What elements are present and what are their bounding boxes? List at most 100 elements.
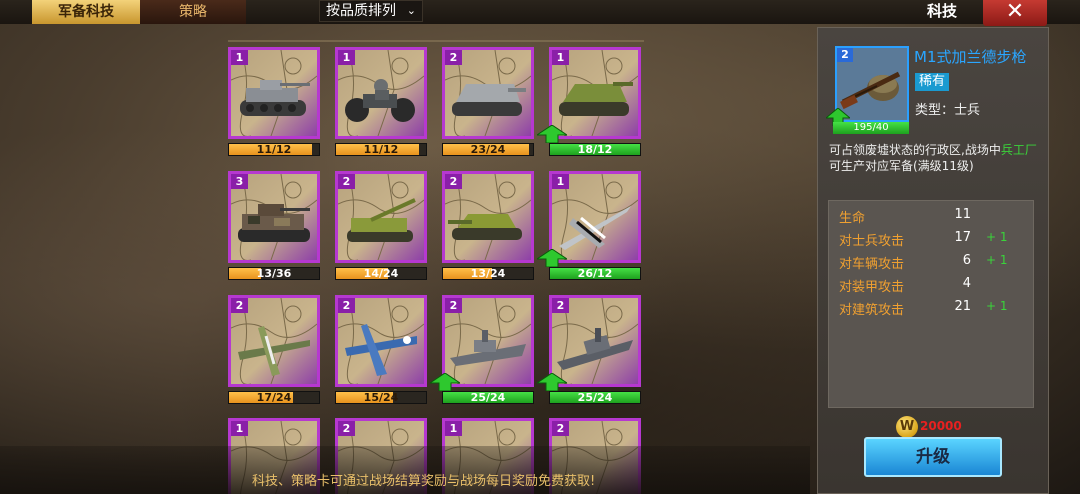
tech-card[interactable]: 2 [442, 171, 534, 263]
progress-text: 15/24 [363, 391, 399, 404]
coin-icon: W [896, 416, 918, 438]
unit-name: M1式加兰德步枪 [914, 48, 1027, 66]
card-progress-bar: 17/24 [228, 391, 320, 404]
progress-text: 25/24 [577, 391, 613, 404]
desc-part-2: 可生产对应军备(满级11级) [829, 159, 974, 173]
plane-spitfire-icon [559, 206, 631, 250]
sort-label: 按品质排列 [326, 3, 396, 19]
card-progress-bar: 25/24 [442, 391, 534, 404]
tab-military-tech[interactable]: 军备科技 [32, 0, 140, 24]
level-badge: 2 [445, 174, 462, 189]
tech-card[interactable]: 2 [228, 295, 320, 387]
page-title: 科技 [926, 2, 957, 20]
progress-text: 25/24 [470, 391, 506, 404]
tech-card[interactable]: 2 [335, 171, 427, 263]
tank-camo-icon [238, 204, 310, 242]
rarity-badge: 稀有 [915, 73, 949, 91]
upgrade-arrow-icon [537, 125, 567, 143]
level-badge: 1 [552, 50, 569, 65]
level-badge: 1 [445, 421, 462, 436]
progress-text: 18/12 [577, 143, 613, 156]
card-progress-bar: 26/12 [549, 267, 641, 280]
level-badge: 2 [445, 298, 462, 313]
portrait-progress: 195/40 [833, 122, 909, 134]
progress-text: 11/12 [363, 143, 399, 156]
level-badge: 1 [338, 50, 355, 65]
desc-highlight: 兵工厂 [1000, 143, 1037, 157]
plane-bomber-icon [238, 326, 310, 376]
progress-text: 17/24 [256, 391, 292, 404]
stat-value: 11 [954, 207, 971, 222]
stat-value: 6 [962, 253, 971, 268]
stat-value: 4 [962, 276, 971, 291]
upgrade-arrow-icon [537, 373, 567, 391]
level-badge: 2 [231, 298, 248, 313]
level-badge: 2 [338, 174, 355, 189]
stat-name: 生命 [839, 211, 866, 226]
tech-card[interactable]: 1 [228, 47, 320, 139]
tank-destroyer-green-icon [559, 82, 633, 116]
upgrade-arrow-icon [430, 373, 460, 391]
stat-name: 对士兵攻击 [839, 234, 905, 249]
level-badge: 1 [552, 174, 569, 189]
card-progress-bar: 23/24 [442, 143, 534, 156]
ship-battleship-icon [557, 328, 633, 370]
stat-name: 对建筑攻击 [839, 303, 905, 318]
stat-increase: + 1 [986, 230, 1008, 244]
tank-destroyer-olive-icon [448, 214, 522, 240]
level-badge: 2 [445, 50, 462, 65]
card-progress-bar: 25/24 [549, 391, 641, 404]
close-icon: ✕ [1005, 0, 1025, 24]
unit-description: 可占领废墟状态的行政区,战场中兵工厂可生产对应军备(满级11级) [829, 142, 1039, 174]
tech-card[interactable]: 3 [228, 171, 320, 263]
stat-row: 对士兵攻击 17 + 1 [839, 230, 1029, 250]
level-badge: 2 [338, 421, 355, 436]
close-button[interactable]: ✕ [983, 0, 1047, 26]
upgrade-button[interactable]: 升级 [864, 437, 1002, 477]
card-progress-bar: 15/24 [335, 391, 427, 404]
tech-card[interactable]: 2 [335, 295, 427, 387]
tab-strategy[interactable]: 策略 [140, 0, 246, 24]
tech-card[interactable]: 2 [442, 47, 534, 139]
progress-text: 11/12 [256, 143, 292, 156]
stat-value: 17 [954, 230, 971, 245]
level-badge: 3 [231, 174, 248, 189]
level-badge: 1 [231, 50, 248, 65]
stat-name: 对装甲攻击 [839, 280, 905, 295]
chevron-down-icon: ⌄ [406, 4, 416, 17]
stat-increase: + 1 [986, 299, 1008, 313]
stat-row: 对装甲攻击 4 [839, 276, 1029, 296]
stat-row: 生命 11 [839, 207, 1029, 227]
portrait-level-badge: 2 [837, 48, 853, 62]
card-progress-bar: 13/24 [442, 267, 534, 280]
sort-dropdown[interactable]: 按品质排列 ⌄ [319, 0, 423, 22]
progress-text: 26/12 [577, 267, 613, 280]
level-badge: 2 [338, 298, 355, 313]
stats-box: 生命 11 对士兵攻击 17 + 1 对车辆攻击 6 + 1 对装甲攻击 4 对建筑攻击 21 + 1 [828, 200, 1034, 408]
card-progress-bar: 14/24 [335, 267, 427, 280]
cost-value: 20000 [920, 419, 962, 433]
upgrade-cost: W 20000 [896, 416, 976, 438]
progress-text: 13/24 [470, 267, 506, 280]
unit-type: 类型：士兵 [915, 103, 981, 118]
progress-text: 14/24 [363, 267, 399, 280]
card-progress-bar: 18/12 [549, 143, 641, 156]
divider [228, 40, 644, 42]
artillery-icon [347, 198, 416, 242]
card-progress-bar: 11/12 [228, 143, 320, 156]
stat-row: 对车辆攻击 6 + 1 [839, 253, 1029, 273]
tank-grey-icon [240, 80, 310, 116]
card-progress-bar: 11/12 [335, 143, 427, 156]
tech-card[interactable]: 1 [335, 47, 427, 139]
footer-hint: 科技、策略卡可通过战场结算奖励与战场每日奖励免费获取! [252, 474, 596, 489]
progress-text: 13/36 [256, 267, 292, 280]
motorcycle-icon [345, 79, 415, 122]
plane-corsair-icon [345, 324, 417, 376]
level-badge: 2 [552, 421, 569, 436]
level-badge: 1 [231, 421, 248, 436]
tank-destroyer-grey-icon [452, 84, 526, 116]
ship-destroyer-icon [450, 330, 526, 366]
stat-increase: + 1 [986, 253, 1008, 267]
level-badge: 2 [552, 298, 569, 313]
card-progress-bar: 13/36 [228, 267, 320, 280]
